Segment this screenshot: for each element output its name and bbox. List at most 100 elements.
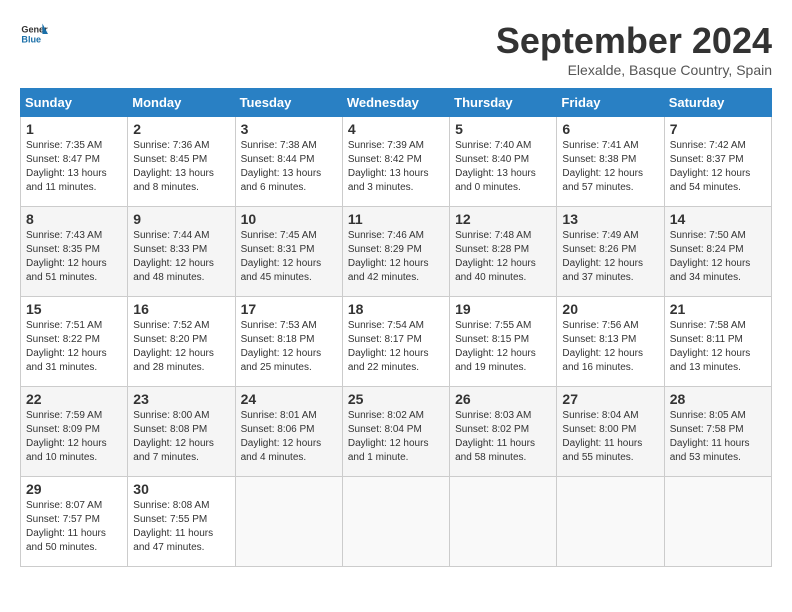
day-info: Sunrise: 7:50 AM Sunset: 8:24 PM Dayligh…: [670, 229, 766, 285]
day-cell: 9 Sunrise: 7:44 AM Sunset: 8:33 PM Dayli…: [128, 207, 235, 297]
day-number: 4: [348, 121, 444, 137]
day-cell: 11 Sunrise: 7:46 AM Sunset: 8:29 PM Dayl…: [342, 207, 449, 297]
day-cell: 20 Sunrise: 7:56 AM Sunset: 8:13 PM Dayl…: [557, 297, 664, 387]
day-number: 26: [455, 391, 551, 407]
day-cell: 8 Sunrise: 7:43 AM Sunset: 8:35 PM Dayli…: [21, 207, 128, 297]
day-info: Sunrise: 7:52 AM Sunset: 8:20 PM Dayligh…: [133, 319, 229, 375]
day-number: 29: [26, 481, 122, 497]
day-cell: 21 Sunrise: 7:58 AM Sunset: 8:11 PM Dayl…: [664, 297, 771, 387]
day-info: Sunrise: 7:45 AM Sunset: 8:31 PM Dayligh…: [241, 229, 337, 285]
day-cell: 23 Sunrise: 8:00 AM Sunset: 8:08 PM Dayl…: [128, 387, 235, 477]
day-number: 5: [455, 121, 551, 137]
day-cell: 24 Sunrise: 8:01 AM Sunset: 8:06 PM Dayl…: [235, 387, 342, 477]
week-row-2: 8 Sunrise: 7:43 AM Sunset: 8:35 PM Dayli…: [21, 207, 772, 297]
day-cell: 29 Sunrise: 8:07 AM Sunset: 7:57 PM Dayl…: [21, 477, 128, 567]
day-number: 15: [26, 301, 122, 317]
day-cell: 5 Sunrise: 7:40 AM Sunset: 8:40 PM Dayli…: [450, 117, 557, 207]
day-number: 24: [241, 391, 337, 407]
day-info: Sunrise: 8:01 AM Sunset: 8:06 PM Dayligh…: [241, 409, 337, 465]
day-number: 10: [241, 211, 337, 227]
day-cell: [664, 477, 771, 567]
day-info: Sunrise: 7:35 AM Sunset: 8:47 PM Dayligh…: [26, 139, 122, 195]
day-info: Sunrise: 7:58 AM Sunset: 8:11 PM Dayligh…: [670, 319, 766, 375]
day-info: Sunrise: 7:39 AM Sunset: 8:42 PM Dayligh…: [348, 139, 444, 195]
day-info: Sunrise: 7:43 AM Sunset: 8:35 PM Dayligh…: [26, 229, 122, 285]
day-info: Sunrise: 7:38 AM Sunset: 8:44 PM Dayligh…: [241, 139, 337, 195]
day-number: 21: [670, 301, 766, 317]
day-number: 6: [562, 121, 658, 137]
day-cell: 12 Sunrise: 7:48 AM Sunset: 8:28 PM Dayl…: [450, 207, 557, 297]
day-info: Sunrise: 8:05 AM Sunset: 7:58 PM Dayligh…: [670, 409, 766, 465]
day-number: 1: [26, 121, 122, 137]
day-cell: [557, 477, 664, 567]
day-number: 12: [455, 211, 551, 227]
day-cell: [235, 477, 342, 567]
logo: General Blue: [20, 20, 48, 48]
day-cell: [450, 477, 557, 567]
day-info: Sunrise: 7:46 AM Sunset: 8:29 PM Dayligh…: [348, 229, 444, 285]
day-cell: 26 Sunrise: 8:03 AM Sunset: 8:02 PM Dayl…: [450, 387, 557, 477]
day-number: 28: [670, 391, 766, 407]
day-header-sunday: Sunday: [21, 89, 128, 117]
day-info: Sunrise: 8:03 AM Sunset: 8:02 PM Dayligh…: [455, 409, 551, 465]
day-number: 13: [562, 211, 658, 227]
day-number: 25: [348, 391, 444, 407]
day-info: Sunrise: 7:48 AM Sunset: 8:28 PM Dayligh…: [455, 229, 551, 285]
day-info: Sunrise: 8:04 AM Sunset: 8:00 PM Dayligh…: [562, 409, 658, 465]
day-number: 23: [133, 391, 229, 407]
day-header-tuesday: Tuesday: [235, 89, 342, 117]
day-cell: 2 Sunrise: 7:36 AM Sunset: 8:45 PM Dayli…: [128, 117, 235, 207]
day-header-monday: Monday: [128, 89, 235, 117]
day-cell: 13 Sunrise: 7:49 AM Sunset: 8:26 PM Dayl…: [557, 207, 664, 297]
day-number: 30: [133, 481, 229, 497]
day-number: 22: [26, 391, 122, 407]
day-number: 16: [133, 301, 229, 317]
day-number: 9: [133, 211, 229, 227]
day-cell: 15 Sunrise: 7:51 AM Sunset: 8:22 PM Dayl…: [21, 297, 128, 387]
day-cell: 27 Sunrise: 8:04 AM Sunset: 8:00 PM Dayl…: [557, 387, 664, 477]
week-row-3: 15 Sunrise: 7:51 AM Sunset: 8:22 PM Dayl…: [21, 297, 772, 387]
week-row-5: 29 Sunrise: 8:07 AM Sunset: 7:57 PM Dayl…: [21, 477, 772, 567]
day-cell: 14 Sunrise: 7:50 AM Sunset: 8:24 PM Dayl…: [664, 207, 771, 297]
day-number: 7: [670, 121, 766, 137]
day-number: 8: [26, 211, 122, 227]
header-row: SundayMondayTuesdayWednesdayThursdayFrid…: [21, 89, 772, 117]
page-header: General Blue September 2024 Elexalde, Ba…: [20, 20, 772, 78]
day-info: Sunrise: 7:53 AM Sunset: 8:18 PM Dayligh…: [241, 319, 337, 375]
day-number: 2: [133, 121, 229, 137]
calendar-table: SundayMondayTuesdayWednesdayThursdayFrid…: [20, 88, 772, 567]
day-cell: 22 Sunrise: 7:59 AM Sunset: 8:09 PM Dayl…: [21, 387, 128, 477]
day-number: 11: [348, 211, 444, 227]
week-row-1: 1 Sunrise: 7:35 AM Sunset: 8:47 PM Dayli…: [21, 117, 772, 207]
logo-icon: General Blue: [20, 20, 48, 48]
day-header-wednesday: Wednesday: [342, 89, 449, 117]
day-cell: [342, 477, 449, 567]
day-info: Sunrise: 7:49 AM Sunset: 8:26 PM Dayligh…: [562, 229, 658, 285]
day-number: 3: [241, 121, 337, 137]
day-header-thursday: Thursday: [450, 89, 557, 117]
day-info: Sunrise: 8:08 AM Sunset: 7:55 PM Dayligh…: [133, 499, 229, 555]
week-row-4: 22 Sunrise: 7:59 AM Sunset: 8:09 PM Dayl…: [21, 387, 772, 477]
day-number: 14: [670, 211, 766, 227]
day-number: 19: [455, 301, 551, 317]
day-cell: 1 Sunrise: 7:35 AM Sunset: 8:47 PM Dayli…: [21, 117, 128, 207]
day-cell: 18 Sunrise: 7:54 AM Sunset: 8:17 PM Dayl…: [342, 297, 449, 387]
day-cell: 10 Sunrise: 7:45 AM Sunset: 8:31 PM Dayl…: [235, 207, 342, 297]
day-info: Sunrise: 7:36 AM Sunset: 8:45 PM Dayligh…: [133, 139, 229, 195]
day-info: Sunrise: 7:41 AM Sunset: 8:38 PM Dayligh…: [562, 139, 658, 195]
day-cell: 28 Sunrise: 8:05 AM Sunset: 7:58 PM Dayl…: [664, 387, 771, 477]
day-cell: 6 Sunrise: 7:41 AM Sunset: 8:38 PM Dayli…: [557, 117, 664, 207]
day-info: Sunrise: 7:42 AM Sunset: 8:37 PM Dayligh…: [670, 139, 766, 195]
day-info: Sunrise: 7:40 AM Sunset: 8:40 PM Dayligh…: [455, 139, 551, 195]
day-info: Sunrise: 8:07 AM Sunset: 7:57 PM Dayligh…: [26, 499, 122, 555]
day-info: Sunrise: 8:02 AM Sunset: 8:04 PM Dayligh…: [348, 409, 444, 465]
day-info: Sunrise: 7:56 AM Sunset: 8:13 PM Dayligh…: [562, 319, 658, 375]
day-header-saturday: Saturday: [664, 89, 771, 117]
day-cell: 3 Sunrise: 7:38 AM Sunset: 8:44 PM Dayli…: [235, 117, 342, 207]
day-info: Sunrise: 8:00 AM Sunset: 8:08 PM Dayligh…: [133, 409, 229, 465]
day-info: Sunrise: 7:59 AM Sunset: 8:09 PM Dayligh…: [26, 409, 122, 465]
day-number: 18: [348, 301, 444, 317]
day-info: Sunrise: 7:51 AM Sunset: 8:22 PM Dayligh…: [26, 319, 122, 375]
day-cell: 30 Sunrise: 8:08 AM Sunset: 7:55 PM Dayl…: [128, 477, 235, 567]
day-cell: 7 Sunrise: 7:42 AM Sunset: 8:37 PM Dayli…: [664, 117, 771, 207]
